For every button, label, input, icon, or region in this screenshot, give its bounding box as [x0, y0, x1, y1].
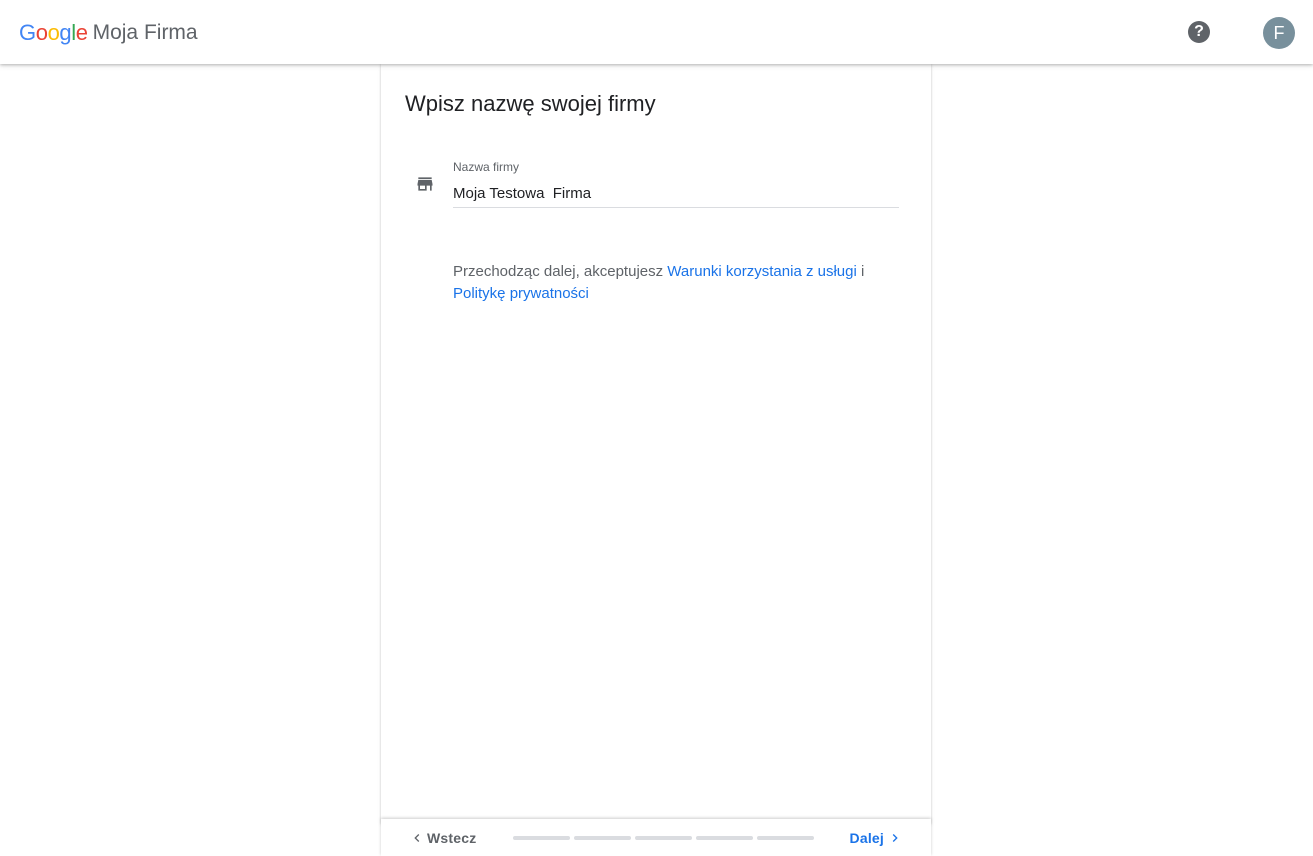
progress-step — [635, 836, 692, 840]
terms-notice: Przechodząc dalej, akceptujesz Warunki k… — [453, 261, 903, 305]
next-button[interactable]: Dalej — [850, 828, 903, 848]
terms-joiner: i — [856, 263, 865, 280]
progress-step — [574, 836, 631, 840]
terms-of-service-link[interactable]: Warunki korzystania z usługi — [667, 263, 857, 280]
logo-letter: o — [47, 20, 60, 45]
chevron-left-icon — [414, 834, 420, 842]
back-label: Wstecz — [427, 830, 477, 846]
store-icon — [417, 177, 433, 191]
product-name: Moja Firma — [92, 21, 198, 44]
business-name-card: Wpisz nazwę swojej firmy Nazwa firmy Prz… — [381, 64, 931, 824]
logo-letter: g — [59, 20, 72, 45]
progress-step — [696, 836, 753, 840]
wizard-navigation: Wstecz Dalej — [381, 819, 931, 856]
business-name-input[interactable] — [453, 185, 899, 208]
page-title: Wpisz nazwę swojej firmy — [405, 91, 656, 116]
top-app-bar: Google Moja Firma ? F — [0, 0, 1313, 64]
help-icon[interactable]: ? — [1188, 21, 1210, 43]
business-name-field: Nazwa firmy — [453, 160, 899, 208]
progress-indicator — [513, 836, 814, 840]
google-logo: Google — [19, 20, 88, 46]
account-avatar[interactable]: F — [1263, 17, 1295, 49]
back-button[interactable]: Wstecz — [409, 828, 476, 848]
logo-letter: G — [19, 20, 36, 45]
logo-letter: e — [75, 20, 88, 45]
progress-step — [513, 836, 570, 840]
next-label: Dalej — [849, 830, 884, 846]
privacy-policy-link[interactable]: Politykę prywatności — [453, 285, 589, 302]
progress-step — [757, 836, 814, 840]
chevron-right-icon — [892, 834, 898, 842]
business-name-label: Nazwa firmy — [453, 160, 520, 174]
brand[interactable]: Google Moja Firma — [19, 19, 198, 47]
terms-prefix: Przechodząc dalej, akceptujesz — [453, 263, 668, 280]
logo-letter: o — [35, 20, 48, 45]
